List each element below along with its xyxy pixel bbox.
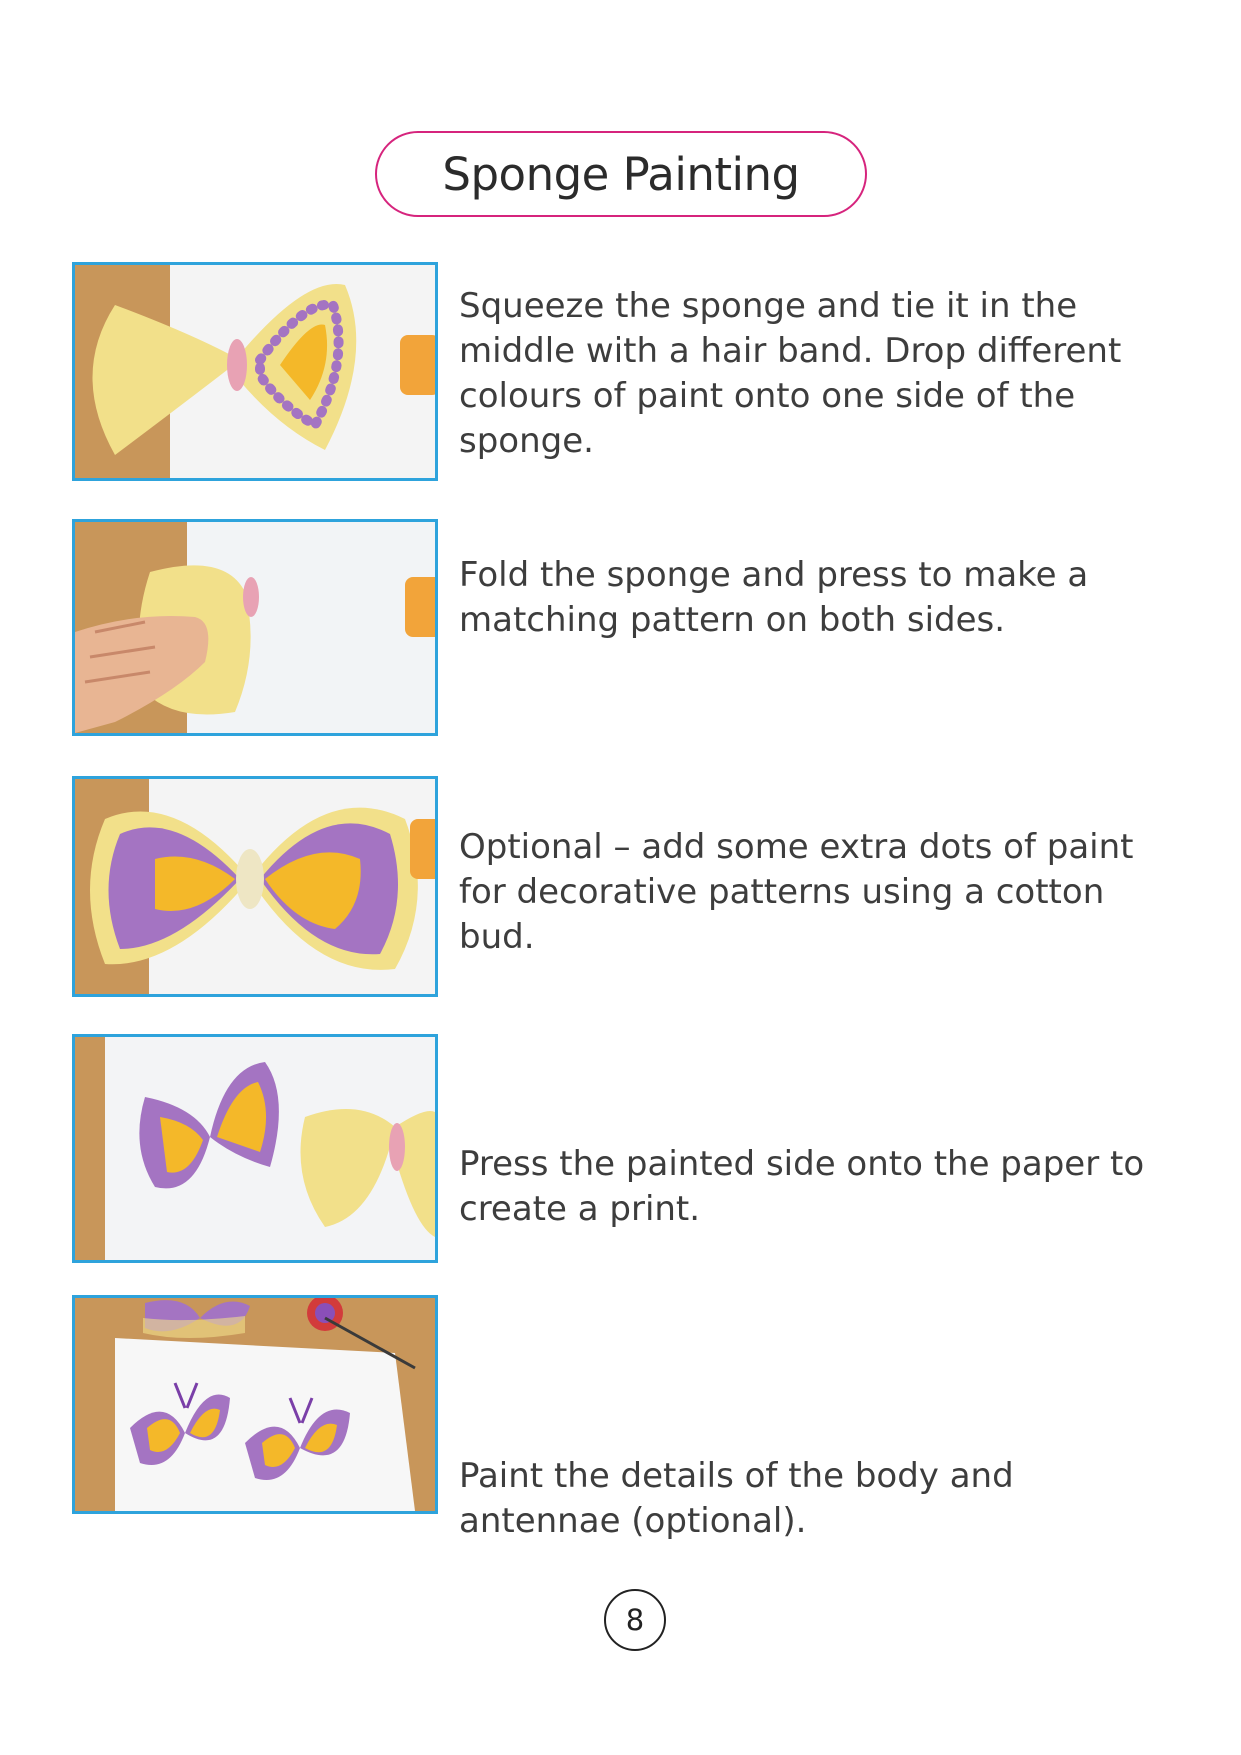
page-title: Sponge Painting <box>375 131 867 217</box>
step-2-photo <box>72 519 438 736</box>
step-3-photo <box>72 776 438 997</box>
step-1-photo <box>72 262 438 481</box>
step-5-text: Paint the details of the body and antenn… <box>459 1456 1014 1541</box>
step-4-text: Press the painted side onto the paper to… <box>459 1144 1145 1229</box>
step-3-text: Optional – add some extra dots of paint … <box>459 827 1134 957</box>
step-1-text: Squeeze the sponge and tie it in the mid… <box>459 286 1122 461</box>
page-title-text: Sponge Painting <box>442 147 800 201</box>
step-2-text: Fold the sponge and press to make a matc… <box>459 555 1089 640</box>
page-number-text: 8 <box>625 1603 645 1637</box>
step-5-photo <box>72 1295 438 1514</box>
page-number: 8 <box>604 1589 666 1651</box>
step-4-photo <box>72 1034 438 1263</box>
